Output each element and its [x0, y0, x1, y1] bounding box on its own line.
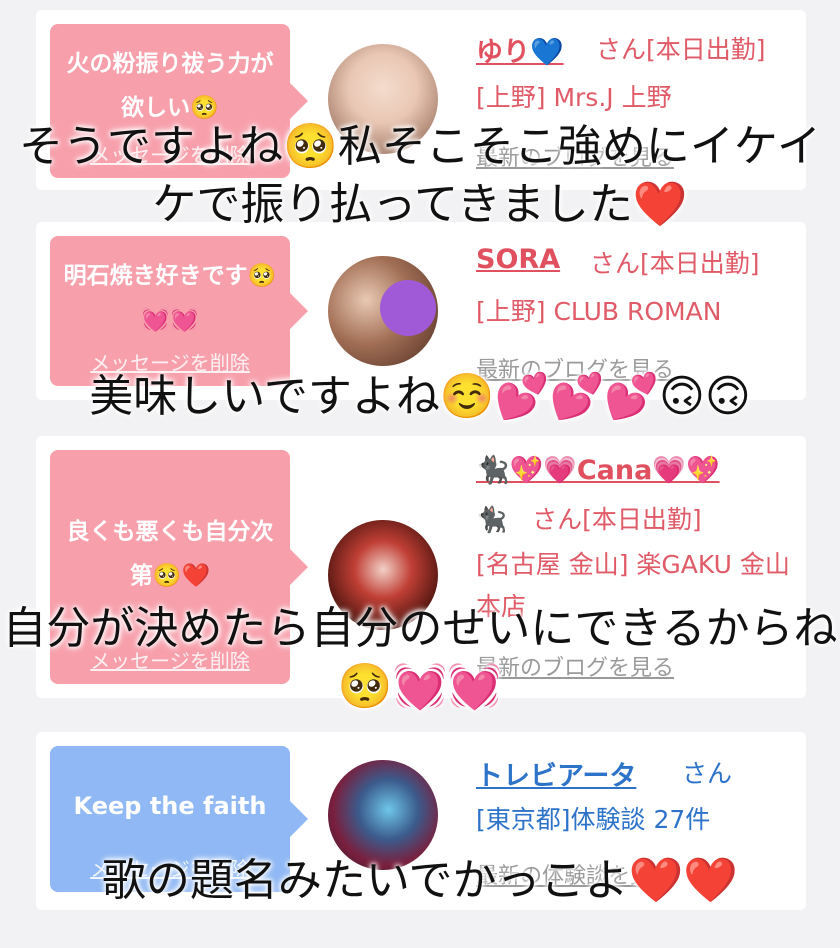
avatar[interactable]: [328, 256, 438, 366]
profile-name-link[interactable]: ゆり💙: [476, 30, 564, 69]
status-text: さん[本日出勤]: [596, 35, 766, 64]
status-text: さん: [682, 759, 733, 788]
overlay-caption: 美味しいですよね☺️💕💕💕🙃🙃: [89, 371, 751, 422]
shop-name: [上野] CLUB ROMAN: [476, 297, 722, 326]
message-list: 火の粉振り祓う力が欲しい🥺 メッセージを削除 ゆり💙 さん[本日出勤] [上野]…: [0, 0, 840, 948]
message-bubble: 明石焼き好きです🥺💓💓 メッセージを削除: [50, 236, 308, 386]
profile-name-link[interactable]: トレビアータ: [476, 754, 636, 793]
message-text: 良くも悪くも自分次第🥺❤️: [66, 519, 274, 589]
overlay-caption: 自分が決めたら自分のせいにできるからね🥺💓💓: [2, 603, 838, 712]
overlay-caption: 歌の題名みたいでかっこよ❤️❤️: [101, 855, 739, 906]
status-text: 🐈‍⬛ さん[本日出勤]: [476, 505, 702, 534]
status-text: さん[本日出勤]: [590, 249, 760, 278]
profile-name-link[interactable]: SORA: [476, 244, 560, 275]
message-text: 火の粉振り祓う力が欲しい🥺: [66, 51, 274, 121]
profile-name-link[interactable]: 🐈‍⬛💖💗Cana💗💖: [476, 454, 720, 486]
overlay-caption: そうですよね🥺私そこそこ強めにイケイケで振り払ってきました❤️: [19, 121, 821, 230]
heart-sticker-icon: [380, 280, 436, 336]
message-text: Keep the faith: [73, 792, 267, 820]
review-count: [東京都]体験談 27件: [476, 805, 711, 834]
shop-name: [上野] Mrs.J 上野: [476, 83, 672, 112]
message-text: 明石焼き好きです🥺💓💓: [63, 263, 277, 333]
